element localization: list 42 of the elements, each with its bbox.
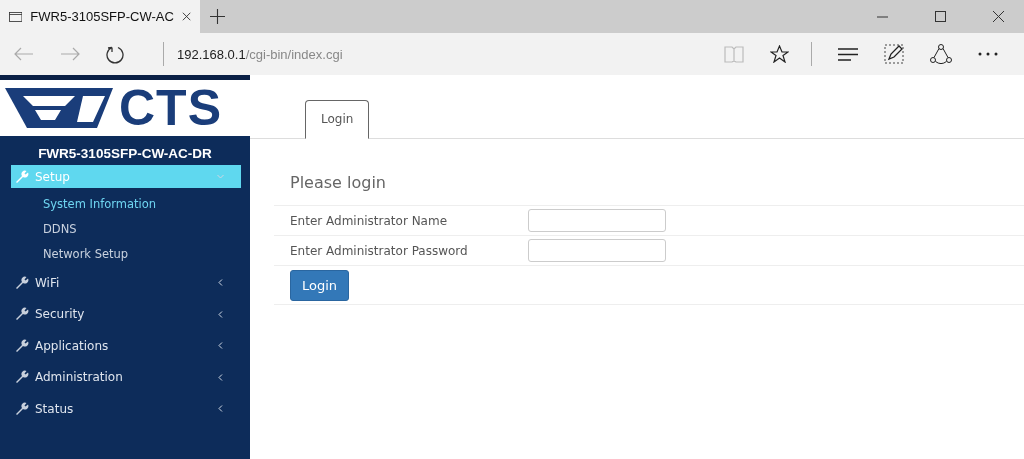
wrench-icon [15, 169, 29, 184]
menu-item[interactable]: Security [11, 298, 241, 330]
chevron-left-icon [217, 342, 224, 350]
browser-tab[interactable]: FWR5-3105SFP-CW-AC [0, 0, 200, 33]
device-name: FWR5-3105SFP-CW-AC-DR [37, 145, 213, 163]
field-label: Enter Administrator Password [290, 243, 469, 258]
chevron-left-icon [217, 373, 224, 381]
emblem-icon [5, 86, 115, 130]
tab[interactable]: Login [305, 100, 370, 139]
wrench-icon [15, 307, 29, 322]
menu-item[interactable]: Administration [11, 361, 241, 393]
close-icon[interactable] [181, 11, 191, 22]
submenu-item[interactable]: System Information [0, 192, 250, 217]
star-icon[interactable] [770, 45, 789, 63]
submenu-item[interactable]: Network Setup [0, 242, 250, 267]
more-icon[interactable] [978, 52, 998, 56]
wrench-icon [15, 275, 29, 290]
menu-item[interactable]: WiFi [11, 267, 241, 299]
share-icon[interactable] [930, 44, 952, 64]
logo: CTS [0, 80, 250, 136]
maximize-icon[interactable] [935, 11, 946, 22]
refresh-icon[interactable] [106, 44, 125, 64]
menu-item[interactable]: Status [11, 393, 241, 425]
chevron-down-icon [217, 173, 224, 180]
form-title: Please login [274, 173, 1024, 206]
new-tab-icon[interactable] [210, 9, 225, 24]
field-label: Enter Administrator Name [290, 213, 449, 228]
wrench-icon [15, 401, 29, 416]
pen-icon[interactable] [884, 44, 904, 64]
submenu-item[interactable]: DDNS [0, 217, 250, 242]
page-icon [9, 10, 23, 23]
close-icon[interactable] [993, 11, 1004, 22]
chevron-left-icon [217, 279, 224, 287]
input-field[interactable] [528, 239, 666, 262]
chevron-left-icon [217, 405, 224, 413]
login-button[interactable]: Login [290, 269, 350, 301]
wrench-icon [15, 338, 29, 353]
input-field[interactable] [528, 209, 666, 232]
menu-item[interactable]: Applications [11, 330, 241, 362]
chevron-left-icon [217, 310, 224, 318]
wrench-icon [15, 370, 29, 385]
hub-icon[interactable] [838, 47, 858, 61]
